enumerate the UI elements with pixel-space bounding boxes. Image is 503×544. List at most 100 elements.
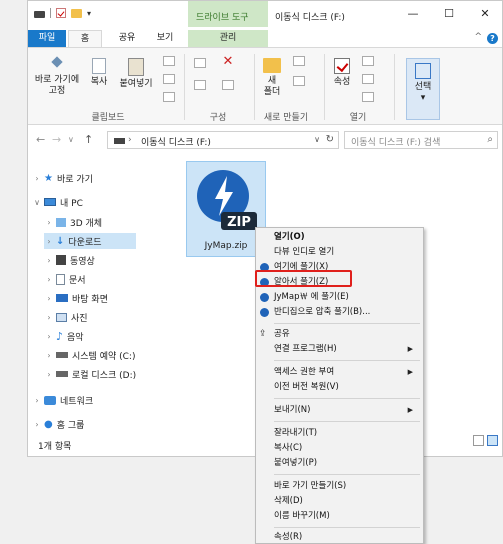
large-icons-view-icon[interactable] — [487, 435, 498, 446]
expand-arrow-icon[interactable]: › — [44, 256, 54, 265]
nav-item-documents[interactable]: › 문서 — [44, 271, 86, 287]
nav-item-desktop[interactable]: › 바탕 화면 — [44, 290, 108, 306]
nav-item-network[interactable]: › 네트워크 — [32, 392, 93, 408]
copy-to-button[interactable] — [192, 80, 208, 94]
tab-manage[interactable]: 관리 — [188, 30, 268, 47]
move-to-icon — [194, 58, 206, 68]
expand-arrow-icon[interactable]: › — [44, 275, 54, 284]
forward-button[interactable]: → — [52, 133, 61, 146]
menu-item-send-to[interactable]: 보내기(N) ▶ — [256, 404, 423, 417]
menu-item-rename[interactable]: 이름 바꾸기(M) — [256, 510, 423, 523]
menu-item-restore-versions[interactable]: 이전 버전 복원(V) — [256, 381, 423, 394]
menu-item-open-with[interactable]: 연결 프로그램(H) ▶ — [256, 343, 423, 356]
expand-arrow-icon[interactable]: › — [44, 313, 54, 322]
paste-button[interactable]: 붙여넣기 — [116, 58, 156, 90]
breadcrumb-chevron-icon[interactable]: › — [128, 135, 132, 145]
menu-item-delete[interactable]: 삭제(D) — [256, 495, 423, 508]
up-button[interactable]: ↑ — [84, 133, 93, 146]
maximize-button[interactable]: ☐ — [442, 7, 456, 20]
expand-arrow-icon[interactable]: › — [32, 396, 42, 405]
select-button[interactable]: 선택 ▾ — [406, 58, 440, 120]
expand-arrow-icon[interactable]: › — [44, 218, 54, 227]
open-button[interactable] — [360, 56, 376, 70]
menu-item-copy[interactable]: 복사(C) — [256, 442, 423, 455]
minimize-button[interactable]: — — [406, 7, 420, 20]
rename-button[interactable] — [218, 80, 238, 94]
menu-item-paste[interactable]: 붙여넣기(P) — [256, 457, 423, 470]
submenu-arrow-icon: ▶ — [407, 368, 413, 376]
nav-item-3d-objects[interactable]: › 3D 개체 — [44, 214, 102, 230]
new-item-button[interactable] — [290, 56, 308, 70]
pin-quick-access-button[interactable]: 바로 가기에 고정 — [32, 58, 82, 97]
recent-locations-button[interactable]: ∨ — [68, 135, 74, 144]
menu-item-open[interactable]: 열기(O) — [256, 231, 423, 244]
drive-icon — [56, 371, 68, 377]
nav-item-downloads[interactable]: › ↓ 다운로드 — [44, 233, 136, 249]
menu-item-extract-to-folder[interactable]: JyMap￦ 에 풀기(E) — [256, 291, 423, 304]
menu-item-properties[interactable]: 속성(R) — [256, 531, 423, 544]
new-folder-button[interactable]: 새 폴더 — [258, 58, 286, 98]
tab-share[interactable]: 공유 — [112, 30, 142, 47]
expand-arrow-icon[interactable]: › — [44, 370, 54, 379]
nav-item-videos[interactable]: › 동영상 — [44, 252, 95, 268]
close-button[interactable]: ✕ — [478, 7, 492, 20]
title-bar: ▾ 드라이브 도구 이동식 디스크 (F:) — ☐ ✕ — [28, 1, 502, 27]
menu-item-create-shortcut[interactable]: 바로 가기 만들기(S) — [256, 480, 423, 493]
nav-item-drive-c[interactable]: › 시스템 예약 (C:) — [44, 347, 135, 363]
menu-item-share[interactable]: ⇪ 공유 — [256, 328, 423, 341]
cut-button[interactable] — [162, 56, 176, 70]
file-item-jymap-zip[interactable]: ZIP JyMap.zip — [186, 161, 266, 257]
edit-button[interactable] — [360, 74, 376, 88]
expand-arrow-icon[interactable]: › — [44, 294, 54, 303]
back-button[interactable]: ← — [36, 133, 45, 146]
menu-item-give-access[interactable]: 액세스 권한 부여 ▶ — [256, 366, 423, 379]
move-to-button[interactable] — [192, 58, 208, 72]
expand-arrow-icon[interactable]: › — [44, 351, 54, 360]
nav-item-label: 동영상 — [70, 256, 95, 267]
tab-home[interactable]: 홈 — [68, 30, 102, 47]
tab-file[interactable]: 파일 — [28, 30, 66, 47]
refresh-icon[interactable]: ↻ — [326, 134, 334, 145]
menu-item-label: 다뷰 인디로 열기 — [274, 247, 335, 257]
breadcrumb[interactable]: 이동식 디스크 (F:) — [141, 135, 211, 148]
tab-view[interactable]: 보기 — [150, 30, 180, 47]
easy-access-button[interactable] — [290, 76, 308, 90]
properties-button[interactable]: 속성 — [328, 58, 356, 88]
menu-item-cut[interactable]: 잘라내기(T) — [256, 427, 423, 440]
expand-arrow-icon[interactable]: › — [44, 237, 54, 246]
expand-arrow-icon[interactable]: › — [32, 420, 42, 429]
properties-icon[interactable] — [56, 8, 66, 18]
nav-item-music[interactable]: › ♪ 음악 — [44, 328, 83, 344]
collapse-ribbon-icon[interactable]: ^ — [474, 32, 482, 42]
help-icon[interactable]: ? — [487, 33, 498, 44]
easy-access-icon — [293, 76, 305, 86]
menu-item-open-daview[interactable]: 다뷰 인디로 열기 — [256, 246, 423, 259]
homegroup-icon: ● — [44, 418, 53, 430]
3d-objects-icon — [56, 217, 66, 227]
delete-button[interactable]: ✕ — [218, 55, 238, 69]
nav-item-pictures[interactable]: › 사진 — [44, 309, 88, 325]
copy-button[interactable]: 복사 — [86, 58, 112, 88]
nav-item-this-pc[interactable]: ∨ 내 PC — [32, 194, 83, 210]
expand-arrow-icon[interactable]: ∨ — [32, 198, 42, 207]
new-folder-icon[interactable] — [71, 8, 82, 18]
history-button[interactable] — [360, 92, 376, 106]
copy-path-button[interactable] — [162, 74, 176, 88]
nav-item-quick-access[interactable]: › ★ 바로 가기 — [32, 170, 93, 186]
alzip-icon — [260, 293, 269, 302]
details-view-icon[interactable] — [473, 435, 484, 446]
properties-icon — [334, 58, 350, 74]
nav-item-homegroup[interactable]: › ● 홈 그룹 — [32, 416, 84, 432]
new-item-icon — [293, 56, 305, 66]
desktop-icon — [56, 294, 68, 302]
expand-arrow-icon[interactable]: › — [32, 174, 42, 183]
address-bar[interactable]: › 이동식 디스크 (F:) ∨ ↻ — [107, 131, 339, 149]
expand-arrow-icon[interactable]: › — [44, 332, 54, 341]
nav-item-drive-d[interactable]: › 로컬 디스크 (D:) — [44, 366, 136, 382]
paste-shortcut-button[interactable] — [162, 92, 176, 106]
search-input[interactable]: 이동식 디스크 (F:) 검색 ⌕ — [344, 131, 498, 149]
address-dropdown-icon[interactable]: ∨ — [314, 135, 320, 144]
menu-item-bandizip-extract[interactable]: 반디집으로 압축 풀기(B)... — [256, 306, 423, 319]
customize-dropdown-icon[interactable]: ▾ — [87, 9, 91, 18]
copy-path-icon — [163, 74, 175, 84]
